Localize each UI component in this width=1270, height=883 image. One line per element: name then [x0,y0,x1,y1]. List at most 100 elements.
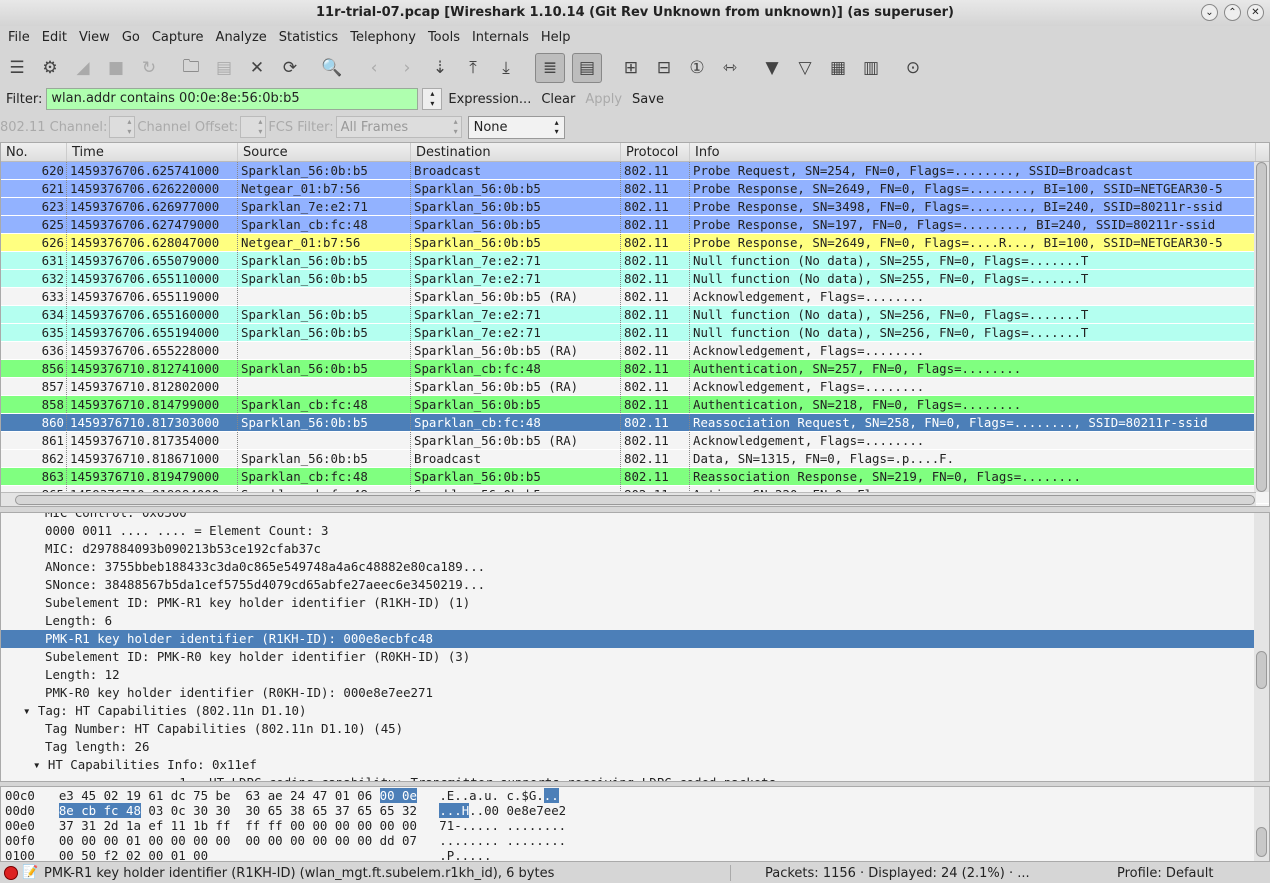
menu-internals[interactable]: Internals [466,27,535,49]
menu-capture[interactable]: Capture [146,27,210,49]
detail-line-selected[interactable]: PMK-R1 key holder identifier (R1KH-ID): … [1,630,1269,648]
scrollbar-thumb[interactable] [1256,162,1267,492]
capture-options-icon[interactable]: ⚙ [37,55,63,81]
menu-statistics[interactable]: Statistics [273,27,344,49]
packet-row[interactable]: 626 1459376706.628047000 Netgear_01:b7:56 S… [1,234,1269,252]
detail-line[interactable]: MIC: d297884093b090213b53ce192cfab37c [1,540,1269,558]
help-icon[interactable]: ⊙ [900,55,926,81]
detail-line[interactable]: MIC Control: 0x0300 [1,513,1269,522]
minimize-button[interactable]: ⌄ [1201,4,1218,21]
column-header-time[interactable]: Time [67,143,238,161]
packet-row[interactable]: 621 1459376706.626220000 Netgear_01:b7:56 S… [1,180,1269,198]
go-last-icon[interactable]: ⤓ [493,55,519,81]
packet-row[interactable]: 862 1459376710.818671000 Sparklan_56:0b:b5… [1,450,1269,468]
scrollbar-thumb[interactable] [1256,651,1267,689]
menu-help[interactable]: Help [535,27,577,49]
packet-row[interactable]: 632 1459376706.655110000 Sparklan_56:0b:b5… [1,270,1269,288]
display-filters-icon[interactable]: ▽ [792,55,818,81]
packet-row[interactable]: 634 1459376706.655160000 Sparklan_56:0b:b5… [1,306,1269,324]
detail-line[interactable]: Tag Number: HT Capabilities (802.11n D1.… [1,720,1269,738]
column-header-destination[interactable]: Destination [411,143,621,161]
close-file-icon[interactable]: ✕ [244,55,270,81]
detail-line[interactable]: Tag length: 26 [1,738,1269,756]
zoom-out-icon[interactable]: ⊟ [651,55,677,81]
packet-row[interactable]: 636 1459376706.655228000 Sparklan_56:0b:b5… [1,342,1269,360]
scrollbar-thumb[interactable] [15,495,1255,505]
reload-icon[interactable]: ⟳ [277,55,303,81]
menu-file[interactable]: File [2,27,36,49]
go-forward-icon[interactable]: › [394,55,420,81]
detail-line[interactable]: SNonce: 38488567b5da1cef5755d4079cd65abf… [1,576,1269,594]
detail-line[interactable]: Length: 12 [1,666,1269,684]
detail-line[interactable]: 0000 0011 .... .... = Element Count: 3 [1,522,1269,540]
channel-select[interactable]: ▴ ▾ [109,116,136,138]
expression-button[interactable]: Expression... [448,92,531,107]
channel-offset-select[interactable]: ▴ ▾ [240,116,267,138]
scrollbar-thumb[interactable] [1256,827,1267,857]
auto-scroll-icon[interactable]: ▤ [572,53,602,83]
detail-line[interactable]: ANonce: 3755bbeb188433c3da0c865e549748a4… [1,558,1269,576]
capture-comment-icon[interactable]: 📝 [22,865,38,881]
detail-line[interactable]: Subelement ID: PMK-R1 key holder identif… [1,594,1269,612]
stop-capture-icon[interactable]: ■ [103,55,129,81]
menu-edit[interactable]: Edit [36,27,73,49]
packet-row[interactable]: 635 1459376706.655194000 Sparklan_56:0b:b5… [1,324,1269,342]
restart-capture-icon[interactable]: ↻ [136,55,162,81]
menu-analyze[interactable]: Analyze [210,27,273,49]
packet-row[interactable]: 623 1459376706.626977000 Sparklan_7e:e2:71… [1,198,1269,216]
menu-tools[interactable]: Tools [422,27,466,49]
column-header-source[interactable]: Source [238,143,411,161]
column-header-protocol[interactable]: Protocol [621,143,690,161]
packet-list-horizontal-scrollbar[interactable] [1,492,1256,506]
packet-list-vertical-scrollbar[interactable] [1254,162,1269,492]
packet-row[interactable]: 631 1459376706.655079000 Sparklan_56:0b:b5… [1,252,1269,270]
detail-line[interactable]: PMK-R0 key holder identifier (R0KH-ID): … [1,684,1269,702]
column-header-info[interactable]: Info [690,143,1256,161]
detail-line[interactable]: ▾ HT Capabilities Info: 0x11ef [1,756,1269,774]
fcs-filter-select[interactable]: All Frames ▴ ▾ [335,116,462,138]
interface-list-icon[interactable]: ☰ [4,55,30,81]
packet-row[interactable]: 857 1459376710.812802000 Sparklan_56:0b:b5… [1,378,1269,396]
details-vertical-scrollbar[interactable] [1254,513,1269,781]
go-to-packet-icon[interactable]: ⇣ [427,55,453,81]
coloring-rules-icon[interactable]: ▦ [825,55,851,81]
normal-size-icon[interactable]: ① [684,55,710,81]
go-back-icon[interactable]: ‹ [361,55,387,81]
colorize-icon[interactable]: ≣ [535,53,565,83]
decryption-mode-select[interactable]: None [467,115,565,139]
packet-row[interactable]: 861 1459376710.817354000 Sparklan_56:0b:b5… [1,432,1269,450]
packet-row[interactable]: 858 1459376710.814799000 Sparklan_cb:fc:48… [1,396,1269,414]
menu-go[interactable]: Go [116,27,146,49]
detail-line[interactable]: ▾ Tag: HT Capabilities (802.11n D1.10) [1,702,1269,720]
menu-telephony[interactable]: Telephony [344,27,422,49]
packet-row[interactable]: 633 1459376706.655119000 Sparklan_56:0b:b5… [1,288,1269,306]
apply-button[interactable]: Apply [585,92,622,107]
detail-line[interactable]: Subelement ID: PMK-R0 key holder identif… [1,648,1269,666]
save-filter-button[interactable]: Save [632,92,664,107]
column-header-no[interactable]: No. [1,143,67,161]
maximize-button[interactable]: ⌃ [1224,4,1241,21]
menu-view[interactable]: View [73,27,116,49]
go-first-icon[interactable]: ⤒ [460,55,486,81]
capture-filters-icon[interactable]: ▼ [759,55,785,81]
zoom-in-icon[interactable]: ⊞ [618,55,644,81]
expert-info-icon[interactable] [4,866,18,880]
resize-columns-icon[interactable]: ⇿ [717,55,743,81]
start-capture-icon[interactable]: ◢ [70,55,96,81]
close-button[interactable]: ✕ [1247,4,1264,21]
open-file-icon[interactable]: 🗀 [178,55,204,81]
filter-input[interactable]: wlan.addr contains 00:0e:8e:56:0b:b5 [46,88,419,110]
clear-button[interactable]: Clear [541,92,575,107]
status-profile[interactable]: Profile: Default [1117,866,1213,881]
packet-row[interactable]: 620 1459376706.625741000 Sparklan_56:0b:b5… [1,162,1269,180]
save-file-icon[interactable]: ▤ [211,55,237,81]
packet-row[interactable]: 856 1459376710.812741000 Sparklan_56:0b:b5… [1,360,1269,378]
packet-row[interactable]: 863 1459376710.819479000 Sparklan_cb:fc:48… [1,468,1269,486]
find-packet-icon[interactable]: 🔍 [319,55,345,81]
packet-row[interactable]: 625 1459376706.627479000 Sparklan_cb:fc:48… [1,216,1269,234]
detail-line[interactable]: Length: 6 [1,612,1269,630]
detail-line[interactable]: .... .... .... ...1 = HT LDPC coding cap… [1,774,1269,781]
filter-history-dropdown[interactable]: ▴ ▾ [422,88,443,110]
packet-row[interactable]: 860 1459376710.817303000 Sparklan_56:0b:b5… [1,414,1269,432]
preferences-icon[interactable]: ▥ [858,55,884,81]
